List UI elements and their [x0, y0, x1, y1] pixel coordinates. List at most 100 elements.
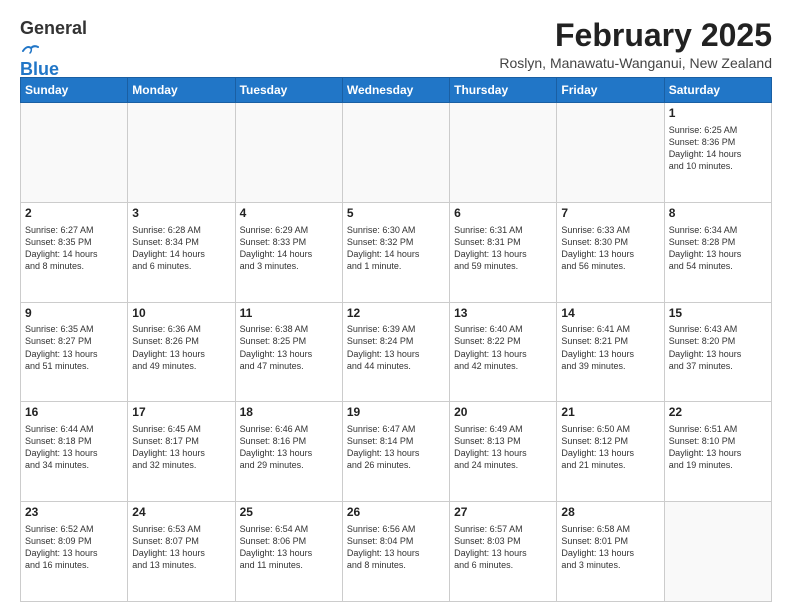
calendar-cell — [557, 103, 664, 203]
calendar-cell: 6 Sunrise: 6:31 AM Sunset: 8:31 PM Daylig… — [450, 202, 557, 302]
calendar-cell — [450, 103, 557, 203]
day-number: 5 — [347, 206, 445, 222]
calendar-cell: 23 Sunrise: 6:52 AM Sunset: 8:09 PM Dayli… — [21, 502, 128, 602]
calendar-cell: 14Sunrise: 6:41 AM Sunset: 8:21 PM Dayli… — [557, 302, 664, 402]
day-number: 1 — [669, 106, 767, 122]
calendar-cell: 19Sunrise: 6:47 AM Sunset: 8:14 PM Dayli… — [342, 402, 449, 502]
day-info: Sunrise: 6:39 AM Sunset: 8:24 PM Dayligh… — [347, 323, 445, 372]
day-info: Sunrise: 6:41 AM Sunset: 8:21 PM Dayligh… — [561, 323, 659, 372]
logo: General Blue — [20, 18, 100, 60]
logo-text: General Blue — [20, 18, 100, 80]
day-info: Sunrise: 6:31 AM Sunset: 8:31 PM Dayligh… — [454, 224, 552, 273]
day-info: Sunrise: 6:46 AM Sunset: 8:16 PM Dayligh… — [240, 423, 338, 472]
calendar-cell: 20 Sunrise: 6:49 AM Sunset: 8:13 PM Dayli… — [450, 402, 557, 502]
day-number: 24 — [132, 505, 230, 521]
calendar-cell — [128, 103, 235, 203]
calendar-cell: 5Sunrise: 6:30 AM Sunset: 8:32 PM Daylig… — [342, 202, 449, 302]
day-info: Sunrise: 6:51 AM Sunset: 8:10 PM Dayligh… — [669, 423, 767, 472]
day-info: Sunrise: 6:40 AM Sunset: 8:22 PM Dayligh… — [454, 323, 552, 372]
calendar-cell: 22 Sunrise: 6:51 AM Sunset: 8:10 PM Dayli… — [664, 402, 771, 502]
bird-icon — [21, 43, 39, 56]
day-info: Sunrise: 6:52 AM Sunset: 8:09 PM Dayligh… — [25, 523, 123, 572]
calendar-cell: 10Sunrise: 6:36 AM Sunset: 8:26 PM Dayli… — [128, 302, 235, 402]
week-row-0: 1 Sunrise: 6:25 AM Sunset: 8:36 PM Daylig… — [21, 103, 772, 203]
weekday-header-tuesday: Tuesday — [235, 78, 342, 103]
day-info: Sunrise: 6:27 AM Sunset: 8:35 PM Dayligh… — [25, 224, 123, 273]
calendar-cell: 27 Sunrise: 6:57 AM Sunset: 8:03 PM Dayli… — [450, 502, 557, 602]
day-info: Sunrise: 6:49 AM Sunset: 8:13 PM Dayligh… — [454, 423, 552, 472]
day-info: Sunrise: 6:50 AM Sunset: 8:12 PM Dayligh… — [561, 423, 659, 472]
day-number: 8 — [669, 206, 767, 222]
day-number: 22 — [669, 405, 767, 421]
calendar-cell: 21 Sunrise: 6:50 AM Sunset: 8:12 PM Dayli… — [557, 402, 664, 502]
day-number: 15 — [669, 306, 767, 322]
day-info: Sunrise: 6:36 AM Sunset: 8:26 PM Dayligh… — [132, 323, 230, 372]
day-number: 21 — [561, 405, 659, 421]
weekday-header-sunday: Sunday — [21, 78, 128, 103]
day-info: Sunrise: 6:38 AM Sunset: 8:25 PM Dayligh… — [240, 323, 338, 372]
day-number: 20 — [454, 405, 552, 421]
day-info: Sunrise: 6:43 AM Sunset: 8:20 PM Dayligh… — [669, 323, 767, 372]
calendar-cell — [664, 502, 771, 602]
day-number: 17 — [132, 405, 230, 421]
calendar-cell: 13Sunrise: 6:40 AM Sunset: 8:22 PM Dayli… — [450, 302, 557, 402]
calendar-cell: 16 Sunrise: 6:44 AM Sunset: 8:18 PM Dayli… — [21, 402, 128, 502]
day-number: 6 — [454, 206, 552, 222]
day-info: Sunrise: 6:58 AM Sunset: 8:01 PM Dayligh… — [561, 523, 659, 572]
day-number: 19 — [347, 405, 445, 421]
day-info: Sunrise: 6:25 AM Sunset: 8:36 PM Dayligh… — [669, 124, 767, 173]
week-row-4: 23 Sunrise: 6:52 AM Sunset: 8:09 PM Dayli… — [21, 502, 772, 602]
week-row-2: 9Sunrise: 6:35 AM Sunset: 8:27 PM Daylig… — [21, 302, 772, 402]
day-number: 16 — [25, 405, 123, 421]
calendar-cell: 1 Sunrise: 6:25 AM Sunset: 8:36 PM Daylig… — [664, 103, 771, 203]
day-info: Sunrise: 6:54 AM Sunset: 8:06 PM Dayligh… — [240, 523, 338, 572]
calendar-cell — [21, 103, 128, 203]
title-block: February 2025 Roslyn, Manawatu-Wanganui,… — [499, 18, 772, 71]
header: General Blue February 2025 Roslyn, Manaw… — [20, 18, 772, 71]
day-number: 9 — [25, 306, 123, 322]
day-info: Sunrise: 6:34 AM Sunset: 8:28 PM Dayligh… — [669, 224, 767, 273]
location: Roslyn, Manawatu-Wanganui, New Zealand — [499, 55, 772, 71]
day-number: 27 — [454, 505, 552, 521]
day-info: Sunrise: 6:56 AM Sunset: 8:04 PM Dayligh… — [347, 523, 445, 572]
day-info: Sunrise: 6:33 AM Sunset: 8:30 PM Dayligh… — [561, 224, 659, 273]
calendar-cell: 4 Sunrise: 6:29 AM Sunset: 8:33 PM Daylig… — [235, 202, 342, 302]
weekday-header-thursday: Thursday — [450, 78, 557, 103]
calendar-cell: 3Sunrise: 6:28 AM Sunset: 8:34 PM Daylig… — [128, 202, 235, 302]
day-number: 28 — [561, 505, 659, 521]
day-number: 13 — [454, 306, 552, 322]
day-number: 11 — [240, 306, 338, 322]
week-row-3: 16 Sunrise: 6:44 AM Sunset: 8:18 PM Dayli… — [21, 402, 772, 502]
day-info: Sunrise: 6:45 AM Sunset: 8:17 PM Dayligh… — [132, 423, 230, 472]
calendar-cell: 9Sunrise: 6:35 AM Sunset: 8:27 PM Daylig… — [21, 302, 128, 402]
day-info: Sunrise: 6:57 AM Sunset: 8:03 PM Dayligh… — [454, 523, 552, 572]
calendar-cell: 11Sunrise: 6:38 AM Sunset: 8:25 PM Dayli… — [235, 302, 342, 402]
calendar-cell: 17 Sunrise: 6:45 AM Sunset: 8:17 PM Dayli… — [128, 402, 235, 502]
weekday-header-wednesday: Wednesday — [342, 78, 449, 103]
day-number: 25 — [240, 505, 338, 521]
day-number: 12 — [347, 306, 445, 322]
calendar-cell: 2Sunrise: 6:27 AM Sunset: 8:35 PM Daylig… — [21, 202, 128, 302]
calendar-cell: 12Sunrise: 6:39 AM Sunset: 8:24 PM Dayli… — [342, 302, 449, 402]
calendar-cell: 8 Sunrise: 6:34 AM Sunset: 8:28 PM Daylig… — [664, 202, 771, 302]
day-info: Sunrise: 6:53 AM Sunset: 8:07 PM Dayligh… — [132, 523, 230, 572]
day-number: 4 — [240, 206, 338, 222]
page: General Blue February 2025 Roslyn, Manaw… — [0, 0, 792, 612]
day-number: 23 — [25, 505, 123, 521]
day-info: Sunrise: 6:44 AM Sunset: 8:18 PM Dayligh… — [25, 423, 123, 472]
calendar-cell: 24 Sunrise: 6:53 AM Sunset: 8:07 PM Dayli… — [128, 502, 235, 602]
calendar-cell: 18 Sunrise: 6:46 AM Sunset: 8:16 PM Dayli… — [235, 402, 342, 502]
month-title: February 2025 — [499, 18, 772, 53]
day-number: 14 — [561, 306, 659, 322]
weekday-header-row: SundayMondayTuesdayWednesdayThursdayFrid… — [21, 78, 772, 103]
day-info: Sunrise: 6:35 AM Sunset: 8:27 PM Dayligh… — [25, 323, 123, 372]
calendar-cell: 15Sunrise: 6:43 AM Sunset: 8:20 PM Dayli… — [664, 302, 771, 402]
calendar-cell: 26 Sunrise: 6:56 AM Sunset: 8:04 PM Dayli… — [342, 502, 449, 602]
calendar-cell — [235, 103, 342, 203]
day-info: Sunrise: 6:29 AM Sunset: 8:33 PM Dayligh… — [240, 224, 338, 273]
day-number: 18 — [240, 405, 338, 421]
day-number: 10 — [132, 306, 230, 322]
weekday-header-saturday: Saturday — [664, 78, 771, 103]
day-number: 26 — [347, 505, 445, 521]
logo-blue: Blue — [20, 59, 59, 79]
